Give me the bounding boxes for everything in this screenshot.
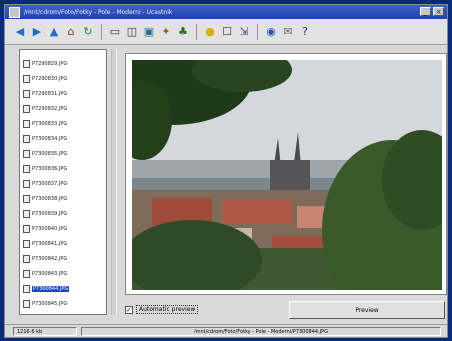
image-file-icon bbox=[23, 134, 30, 143]
file-name: P7300843.JPG bbox=[32, 270, 68, 277]
file-list-item[interactable]: P7300840.JPG bbox=[20, 221, 106, 236]
back-arrow-icon[interactable]: ◀ bbox=[13, 25, 27, 39]
home-icon[interactable]: ⌂ bbox=[64, 25, 78, 39]
file-list-item[interactable]: P7300833.JPG bbox=[20, 116, 106, 131]
window-title: /mnt/cdrom/Foto/Fotky - Pole - Moderni -… bbox=[24, 8, 173, 16]
image-preview-panel bbox=[125, 53, 447, 295]
file-list-item[interactable]: P7290829.JPG bbox=[20, 56, 106, 71]
file-list-item[interactable]: P7300835.JPG bbox=[20, 146, 106, 161]
image-file-icon bbox=[23, 104, 30, 113]
view-window-icon[interactable]: ▭ bbox=[108, 25, 122, 39]
image-file-icon bbox=[23, 89, 30, 98]
file-name: P7290830.JPG bbox=[32, 75, 68, 82]
tree-icon[interactable]: ♣ bbox=[176, 25, 190, 39]
up-arrow-icon[interactable]: ▲ bbox=[47, 25, 61, 39]
image-file-icon bbox=[23, 209, 30, 218]
forward-arrow-icon[interactable]: ▶ bbox=[30, 25, 44, 39]
file-name: P7300834.JPG bbox=[32, 135, 68, 142]
file-name: P7300837.JPG bbox=[32, 180, 68, 187]
file-list-item[interactable]: P7290831.JPG bbox=[20, 86, 106, 101]
image-file-icon bbox=[23, 119, 30, 128]
file-list-item[interactable]: P7300842.JPG bbox=[20, 251, 106, 266]
toolbar-separator bbox=[196, 23, 197, 40]
image-file-icon bbox=[23, 269, 30, 278]
help-icon[interactable]: ? bbox=[298, 25, 312, 39]
image-file-icon bbox=[23, 299, 30, 308]
globe-icon[interactable]: ◉ bbox=[264, 25, 278, 39]
image-file-icon bbox=[23, 74, 30, 83]
preview-button[interactable]: Preview bbox=[289, 301, 445, 319]
file-name: P7300840.JPG bbox=[32, 225, 68, 232]
preview-controls: ✓ Automatic preview Preview bbox=[121, 299, 449, 323]
file-list-item[interactable]: P7290832.JPG bbox=[20, 101, 106, 116]
view-split-icon[interactable]: ◫ bbox=[125, 25, 139, 39]
file-list-item[interactable]: P7300843.JPG bbox=[20, 266, 106, 281]
status-bar: 1216.6 kb /mnt/cdrom/Foto/Fotky - Pole -… bbox=[5, 324, 447, 337]
file-list-item[interactable]: P7300834.JPG bbox=[20, 131, 106, 146]
file-list-item[interactable]: P7300839.JPG bbox=[20, 206, 106, 221]
file-list-item[interactable]: P7300838.JPG bbox=[20, 191, 106, 206]
file-name: P7300842.JPG bbox=[32, 255, 68, 262]
file-name: P7300833.JPG bbox=[32, 120, 68, 127]
image-file-icon bbox=[23, 164, 30, 173]
app-window: /mnt/cdrom/Foto/Fotky - Pole - Moderni -… bbox=[4, 4, 448, 338]
automatic-preview-option[interactable]: ✓ Automatic preview bbox=[125, 305, 199, 314]
file-name: P7300836.JPG bbox=[32, 165, 68, 172]
file-list-item[interactable]: P7300841.JPG bbox=[20, 236, 106, 251]
file-name: P7290829.JPG bbox=[32, 60, 68, 67]
image-file-icon bbox=[23, 59, 30, 68]
app-icon bbox=[9, 6, 20, 18]
refresh-icon[interactable]: ↻ bbox=[81, 25, 95, 39]
image-file-icon bbox=[23, 239, 30, 248]
toolbar-separator bbox=[101, 23, 102, 40]
file-list-item[interactable]: P7300837.JPG bbox=[20, 176, 106, 191]
file-list-item[interactable]: P7300844.JPG bbox=[20, 281, 106, 296]
file-list-item[interactable]: P7300845.JPG bbox=[20, 296, 106, 311]
file-name: P7300839.JPG bbox=[32, 210, 68, 217]
automatic-preview-label: Automatic preview bbox=[136, 305, 199, 314]
toolbar-separator bbox=[257, 23, 258, 40]
frame-icon[interactable]: ☐ bbox=[220, 25, 234, 39]
window-controls: _ × bbox=[420, 7, 444, 16]
image-file-icon bbox=[23, 224, 30, 233]
status-file-path: /mnt/cdrom/Foto/Fotky - Pole - Moderni/P… bbox=[81, 326, 441, 336]
image-icon[interactable]: ▣ bbox=[142, 25, 156, 39]
file-list-item[interactable]: P7290830.JPG bbox=[20, 71, 106, 86]
file-name: P7300845.JPG bbox=[32, 300, 68, 307]
file-name: P7300835.JPG bbox=[32, 150, 68, 157]
toolbar: ◀ ▶ ▲ ⌂ ↻ ▭ ◫ ▣ ✦ ♣ ● ☐ ⇲ ◉ ✉ ? bbox=[5, 19, 447, 45]
lightbulb-icon[interactable]: ● bbox=[203, 25, 217, 39]
preview-image bbox=[132, 60, 442, 290]
file-name: P7300838.JPG bbox=[32, 195, 68, 202]
status-file-size: 1216.6 kb bbox=[13, 326, 77, 336]
file-name: P7290832.JPG bbox=[32, 105, 68, 112]
mail-icon[interactable]: ✉ bbox=[281, 25, 295, 39]
image-file-icon bbox=[23, 284, 30, 293]
close-button[interactable]: × bbox=[433, 7, 444, 16]
file-list-item[interactable]: P7300836.JPG bbox=[20, 161, 106, 176]
minimize-button[interactable]: _ bbox=[420, 7, 431, 16]
file-name: P7300844.JPG bbox=[32, 285, 70, 292]
pane-splitter[interactable] bbox=[111, 49, 117, 315]
image-file-icon bbox=[23, 254, 30, 263]
export-icon[interactable]: ⇲ bbox=[237, 25, 251, 39]
file-name: P7300841.JPG bbox=[32, 240, 68, 247]
image-file-icon bbox=[23, 149, 30, 158]
automatic-preview-checkbox[interactable]: ✓ bbox=[125, 305, 133, 314]
file-name: P7290831.JPG bbox=[32, 90, 68, 97]
image-file-icon bbox=[23, 179, 30, 188]
title-bar[interactable]: /mnt/cdrom/Foto/Fotky - Pole - Moderni -… bbox=[5, 5, 447, 19]
image-file-icon bbox=[23, 194, 30, 203]
folder-tools-icon[interactable]: ✦ bbox=[159, 25, 173, 39]
file-list[interactable]: P7290829.JPG P7290830.JPG P7290831.JPG P729… bbox=[19, 49, 107, 315]
